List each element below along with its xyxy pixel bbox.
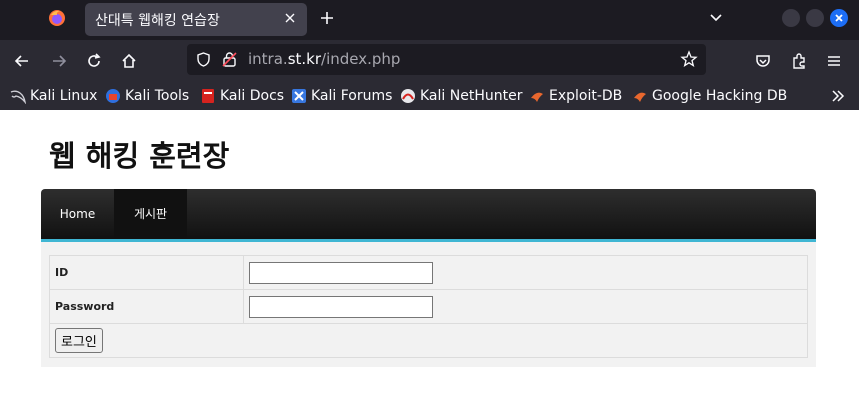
id-input[interactable] [249,261,433,284]
url-text[interactable]: intra.st.kr/index.php [248,50,400,68]
bookmark-label: Kali Forums [311,88,393,104]
bookmark-exploit-db[interactable]: Exploit-DB [529,87,622,105]
login-table: ID Password 로그인 [49,255,808,358]
bookmark-kali-docs[interactable]: Kali Docs [200,87,284,105]
exploit-db-icon [531,92,543,102]
active-tab[interactable]: 산대특 웹해킹 연습장 [85,3,307,36]
shield-icon[interactable] [195,51,212,68]
close-window-button[interactable] [830,9,848,27]
button-row: 로그인 [49,323,808,358]
bookmark-label: Google Hacking DB [652,88,788,104]
bookmark-kali-linux[interactable]: Kali Linux [10,87,97,105]
bookmark-kali-tools[interactable]: Kali Tools [105,87,189,105]
insecure-lock-icon[interactable] [221,51,238,68]
url-path: /index.php [321,50,401,68]
browser-nav-bar: intra.st.kr/index.php [0,40,859,82]
bookmark-label: Kali Linux [30,88,98,104]
browser-tab-bar: 산대특 웹해킹 연습장 [0,0,859,40]
button-cell: 로그인 [49,323,808,358]
ghdb-icon [634,92,646,102]
menu-item-home[interactable]: Home [41,189,114,239]
close-tab-icon[interactable] [283,11,297,25]
bookmark-star-icon[interactable] [680,50,698,68]
minimize-button[interactable] [782,9,800,27]
login-form: ID Password 로그인 [41,242,816,367]
password-row: Password [49,289,808,324]
bookmark-label: Kali NetHunter [420,88,523,104]
password-input[interactable] [249,295,433,318]
address-bar[interactable]: intra.st.kr/index.php [187,44,706,75]
bookmark-kali-forums[interactable]: Kali Forums [291,87,392,105]
main-menu: Home 게시판 [41,189,816,239]
url-prefix: intra. [248,50,288,68]
bookmarks-toolbar: Kali Linux Kali Tools Kali Docs Kali For… [0,82,859,110]
home-icon[interactable] [119,51,139,71]
id-label: ID [49,255,244,290]
kali-forums-icon [292,89,306,103]
kali-nethunter-icon [401,89,415,103]
bookmark-kali-nethunter[interactable]: Kali NetHunter [400,87,522,105]
login-button[interactable]: 로그인 [55,328,103,353]
tab-title: 산대특 웹해킹 연습장 [95,13,220,29]
extensions-icon[interactable] [789,51,809,71]
menu-hamburger-icon[interactable] [824,51,844,71]
password-cell [243,289,808,324]
new-tab-icon[interactable] [318,9,336,27]
bookmark-label: Kali Tools [125,88,190,104]
url-host: st.kr [287,50,322,68]
chevron-double-right-icon[interactable] [830,88,846,104]
bookmark-label: Exploit-DB [549,88,623,104]
firefox-icon[interactable] [48,9,66,27]
bookmark-google-hacking-db[interactable]: Google Hacking DB [632,87,787,105]
kali-tools-icon [106,89,120,103]
back-arrow-icon[interactable] [12,51,32,71]
chevron-down-icon[interactable] [708,10,724,26]
menu-item-board[interactable]: 게시판 [114,189,187,239]
bookmark-label: Kali Docs [220,88,285,104]
kali-docs-icon [202,89,214,103]
maximize-button[interactable] [806,9,824,27]
password-label: Password [49,289,244,324]
pocket-icon[interactable] [753,51,773,71]
page-title: 웹 해킹 훈련장 [49,139,230,173]
kali-dragon-icon [10,90,26,104]
id-row: ID [49,255,808,290]
reload-icon[interactable] [84,51,104,71]
forward-arrow-icon[interactable] [49,51,69,71]
id-cell [243,255,808,290]
close-icon [835,14,843,22]
